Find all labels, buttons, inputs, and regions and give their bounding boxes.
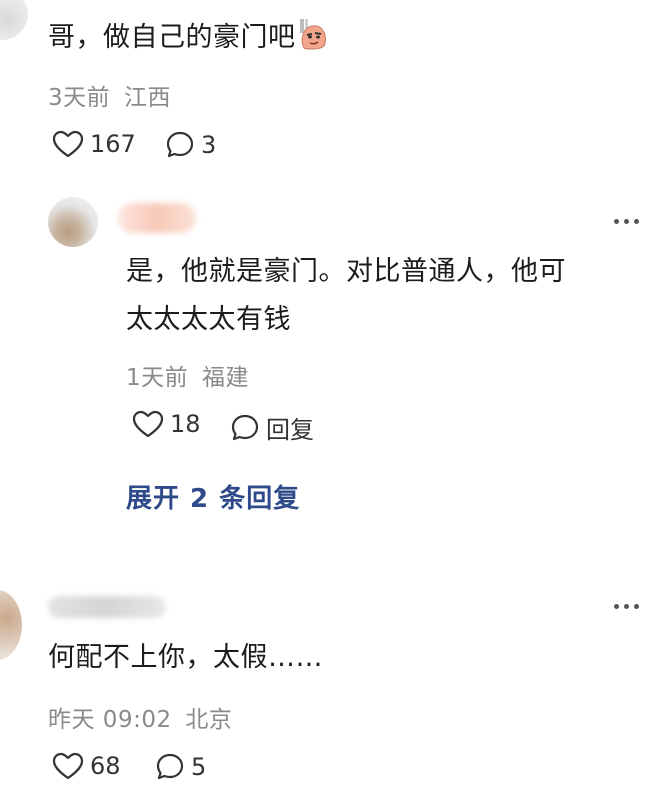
- speech-bubble-icon: [156, 753, 184, 780]
- comment-button[interactable]: 5: [155, 752, 206, 782]
- heart-outline-icon: [52, 130, 84, 158]
- avatar[interactable]: [0, 0, 28, 40]
- like-count: 68: [90, 752, 121, 780]
- username-blurred[interactable]: [48, 596, 166, 618]
- avatar[interactable]: [48, 197, 98, 247]
- comment-time: 1天前: [126, 365, 189, 391]
- like-button[interactable]: 167: [52, 130, 136, 158]
- comment-text-line: 太太太太有钱: [126, 304, 291, 335]
- heart-outline-icon: [52, 752, 84, 780]
- comment-button[interactable]: 3: [165, 130, 216, 160]
- comment-time: 昨天 09:02: [48, 707, 172, 733]
- reply-button[interactable]: 回复: [230, 410, 314, 445]
- comment-location: 江西: [123, 85, 171, 111]
- heart-outline-icon: [132, 410, 164, 438]
- comment-text: 何配不上你，太假……: [48, 642, 323, 673]
- more-dots-icon[interactable]: [614, 219, 639, 224]
- username-blurred[interactable]: [118, 203, 196, 233]
- reply-count: 5: [191, 753, 207, 781]
- comment-time: 3天前: [48, 85, 111, 111]
- like-count: 18: [170, 410, 201, 438]
- sly-face-emoji-icon: [298, 18, 328, 50]
- like-button[interactable]: 68: [52, 752, 121, 780]
- like-count: 167: [90, 130, 136, 158]
- speech-bubble-icon: [166, 131, 194, 158]
- reply-count: 3: [201, 131, 217, 159]
- comment-location: 福建: [201, 365, 249, 391]
- comment-text: 哥，做自己的豪门吧: [48, 18, 328, 58]
- reply-label: 回复: [266, 416, 314, 444]
- like-button[interactable]: 18: [132, 410, 201, 438]
- more-dots-icon[interactable]: [614, 604, 639, 609]
- avatar[interactable]: [0, 590, 22, 660]
- comment-meta: 1天前 福建: [126, 358, 249, 392]
- comment-text: 是，他就是豪门。对比普通人，他可 太太太太有钱: [126, 252, 566, 340]
- comment-location: 北京: [185, 707, 233, 733]
- expand-replies-link[interactable]: 展开 2 条回复: [126, 478, 300, 515]
- comment-meta: 3天前 江西: [48, 78, 171, 112]
- speech-bubble-icon: [231, 414, 259, 440]
- comment-text-content: 哥，做自己的豪门吧: [48, 22, 296, 53]
- comment-meta: 昨天 09:02 北京: [48, 700, 232, 734]
- comment-text-line: 是，他就是豪门。对比普通人，他可: [126, 256, 566, 287]
